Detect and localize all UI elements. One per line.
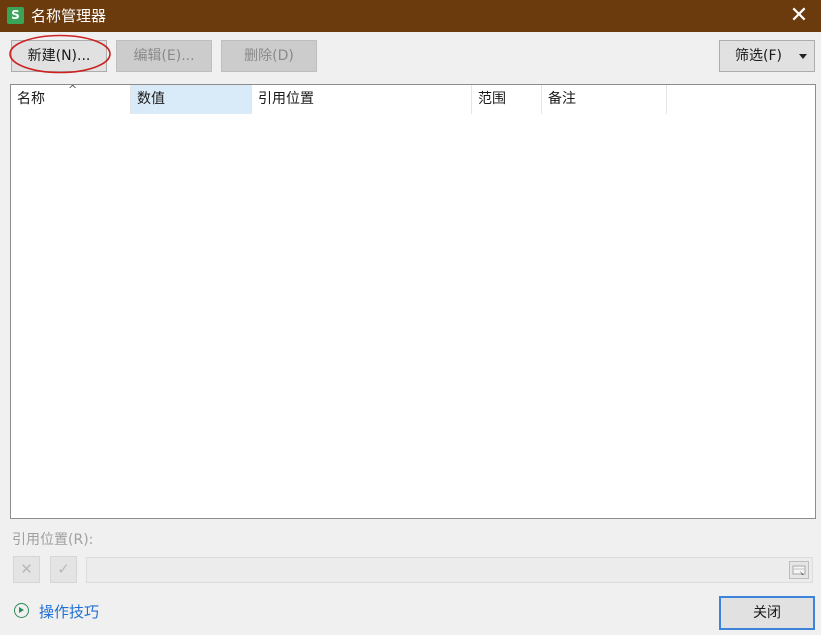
chevron-down-icon: [799, 54, 807, 59]
title-bar: S 名称管理器 ✕: [0, 0, 821, 32]
edit-button[interactable]: 编辑(E)...: [116, 40, 212, 72]
reference-label: 引用位置(R):: [12, 532, 94, 548]
column-header-reference[interactable]: 引用位置: [252, 85, 472, 114]
play-circle-icon: [14, 603, 29, 618]
cancel-reference-button[interactable]: ✕: [13, 556, 40, 583]
column-header-note[interactable]: 备注: [542, 85, 667, 114]
column-header-scope[interactable]: 范围: [472, 85, 542, 114]
range-select-icon[interactable]: [789, 561, 809, 579]
reference-input[interactable]: [86, 557, 813, 583]
new-button[interactable]: 新建(N)...: [11, 40, 107, 72]
spreadsheet-app-icon: S: [7, 7, 24, 24]
filter-dropdown-button[interactable]: 筛选(F): [719, 40, 815, 72]
close-button[interactable]: 关闭: [719, 596, 815, 630]
sort-ascending-icon: ^: [68, 83, 78, 96]
column-header-label: 名称: [17, 91, 45, 107]
tips-label: 操作技巧: [39, 603, 100, 621]
column-header-name[interactable]: 名称 ^: [11, 83, 131, 114]
column-header-value[interactable]: 数值: [131, 85, 252, 114]
confirm-reference-button[interactable]: ✓: [50, 556, 77, 583]
close-icon[interactable]: ✕: [777, 0, 821, 32]
filter-label: 筛选(F): [735, 48, 782, 64]
window-title: 名称管理器: [31, 7, 107, 25]
names-table[interactable]: 名称 ^ 数值 引用位置 范围 备注: [10, 84, 816, 519]
delete-button[interactable]: 删除(D): [221, 40, 317, 72]
